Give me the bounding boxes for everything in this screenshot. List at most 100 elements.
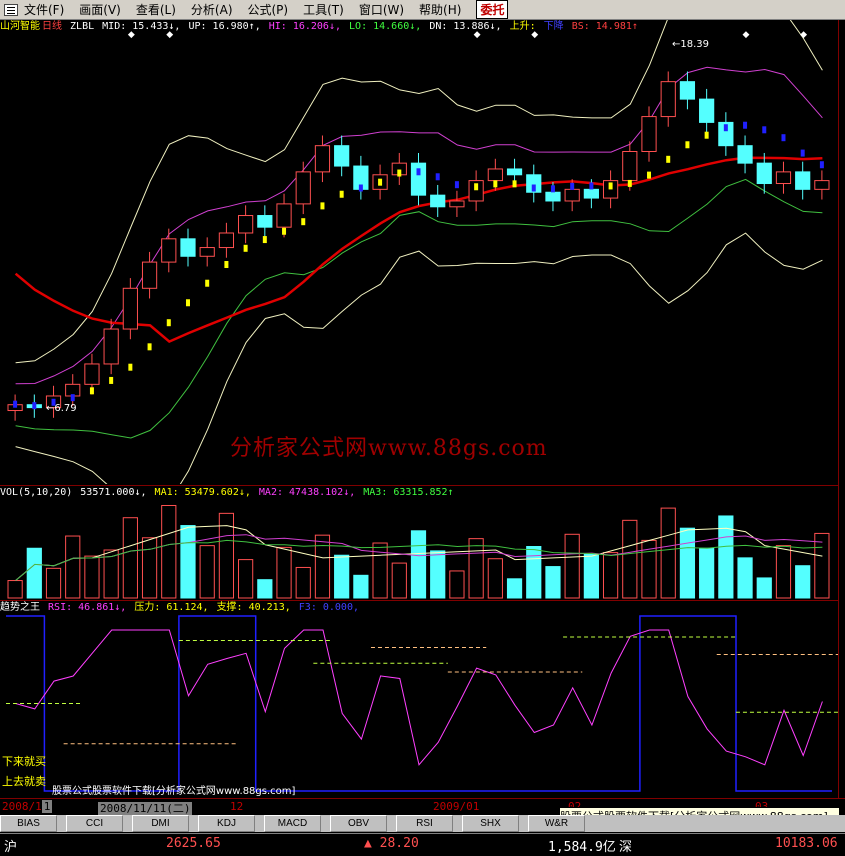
stock-name: 山河智能: [0, 21, 40, 32]
candle-body: [103, 328, 119, 365]
volume-bar: [161, 504, 177, 599]
candle-body: [238, 215, 254, 234]
volume-bar: [122, 517, 138, 599]
candle-body: [84, 363, 100, 385]
trend-dot: [512, 180, 517, 188]
tab-wr[interactable]: W&R: [528, 815, 585, 832]
candle-body: [122, 287, 138, 330]
volume-bar: [276, 546, 292, 599]
trend-dot: [339, 190, 344, 198]
tab-obv[interactable]: OBV: [330, 815, 387, 832]
candle-body: [795, 171, 811, 190]
candle-body: [775, 171, 792, 185]
trend-dot: [819, 161, 824, 169]
menu-tools[interactable]: 工具(T): [303, 1, 344, 18]
price-chart-panel[interactable]: ◆ ◆ ◆ ◆ ◆ ◆ 山河智能 日线 ZLBL MID: 15.433↓, UP: 16.…: [0, 20, 838, 484]
volume-bar: [353, 574, 369, 599]
index2-value: 10183.06: [775, 836, 838, 851]
tab-rsi[interactable]: RSI: [396, 815, 453, 832]
indicator-name: ZLBL: [70, 21, 95, 32]
trend-dot: [781, 134, 786, 142]
system-menu-icon[interactable]: [4, 3, 18, 16]
tab-dmi[interactable]: DMI: [132, 815, 189, 832]
volume-bar: [506, 578, 523, 599]
trend-dot: [13, 400, 18, 408]
candle-body: [814, 180, 830, 190]
trend-dot: [378, 178, 383, 186]
candle-body: [430, 194, 446, 208]
volume-bar: [756, 577, 772, 599]
high-price-label: ←18.39: [672, 39, 710, 50]
volume-bar: [84, 555, 100, 599]
market-label: 沪: [4, 840, 18, 855]
volume-legend: VOL(5,10,20) 53571.000↓, MA1: 53479.602↓…: [0, 486, 456, 500]
volume-bar: [622, 519, 638, 599]
volume-bar: [180, 525, 196, 599]
candle-body: [583, 188, 599, 199]
trend-dot: [647, 171, 652, 179]
menu-window[interactable]: 窗口(W): [359, 1, 404, 18]
menu-analysis[interactable]: 分析(A): [191, 1, 233, 18]
volume-bar: [199, 545, 215, 599]
volume-bar: [430, 550, 446, 599]
tab-bias[interactable]: BIAS: [0, 815, 57, 832]
trend-dot: [320, 202, 325, 210]
candle-body: [737, 145, 753, 164]
volume-bar: [775, 545, 792, 599]
trend-dot: [531, 184, 536, 192]
date-label: 12: [230, 800, 244, 813]
trend-dot: [570, 182, 575, 190]
candle-body: [641, 116, 657, 153]
menu-look[interactable]: 查看(L): [136, 1, 176, 18]
menu-file[interactable]: 文件(F): [24, 1, 64, 18]
tab-shx[interactable]: SHX: [462, 815, 519, 832]
candle-body: [314, 145, 331, 173]
low-price-label: ←6.79: [46, 403, 77, 414]
vol-label: VOL(5,10,20): [0, 487, 73, 498]
menu-formula[interactable]: 公式(P): [248, 1, 289, 18]
menu-help[interactable]: 帮助(H): [419, 1, 461, 18]
status-bar: 沪 2625.65 ▲ 28.20 1,584.9亿 深 10183.06: [0, 833, 845, 856]
osc-rsi: RSI: 46.861↓,: [48, 602, 127, 613]
volume-bar: [257, 579, 273, 599]
vol-ma3: MA3: 63315.852↑: [363, 487, 454, 498]
volume-bar: [699, 547, 715, 599]
candle-body: [161, 238, 177, 263]
candle-body: [218, 232, 235, 249]
volume-bar: [65, 535, 81, 599]
legend-rise: 上升:: [509, 21, 536, 32]
trend-dot: [301, 218, 306, 226]
volume-bar: [660, 507, 676, 599]
vol-ma1: MA1: 53479.602↓,: [154, 487, 251, 498]
buy-text: 下来就买: [2, 755, 46, 768]
candle-body: [660, 81, 676, 118]
candle-body: [699, 98, 715, 123]
volume-bar: [487, 558, 503, 599]
menu-view[interactable]: 画面(V): [79, 1, 121, 18]
tab-kdj[interactable]: KDJ: [198, 815, 255, 832]
period-label: 日线: [42, 21, 62, 32]
trend-dot: [454, 181, 459, 189]
trend-dot: [435, 173, 440, 181]
tab-cci[interactable]: CCI: [66, 815, 123, 832]
menu-trade-button[interactable]: 委托: [476, 0, 509, 19]
index-value: 2625.65: [166, 836, 221, 851]
candle-body: [276, 203, 292, 228]
candle-body: [506, 168, 523, 176]
volume-bar: [295, 566, 311, 599]
candle-body: [295, 171, 311, 205]
volume-chart-svg: [7, 504, 830, 599]
signal-diamond: ◆: [743, 30, 750, 40]
volume-panel[interactable]: VOL(5,10,20) 53571.000↓, MA1: 53479.602↓…: [0, 486, 838, 599]
trend-dot: [205, 279, 210, 287]
trend-dot: [70, 394, 75, 402]
trend-dot: [608, 182, 613, 190]
date-cursor-label: 2008/11/11(二): [98, 802, 193, 815]
trend-dot: [282, 227, 287, 235]
oscillator-legend: 趋势之王 RSI: 46.861↓, 压力: 61.124, 支撑: 40.21…: [0, 601, 361, 615]
market2-label: 深: [619, 840, 633, 855]
tab-macd[interactable]: MACD: [264, 815, 321, 832]
volume-bar: [583, 553, 599, 599]
trend-dot: [743, 121, 748, 129]
oscillator-panel[interactable]: 趋势之王 RSI: 46.861↓, 压力: 61.124, 支撑: 40.21…: [0, 601, 838, 797]
